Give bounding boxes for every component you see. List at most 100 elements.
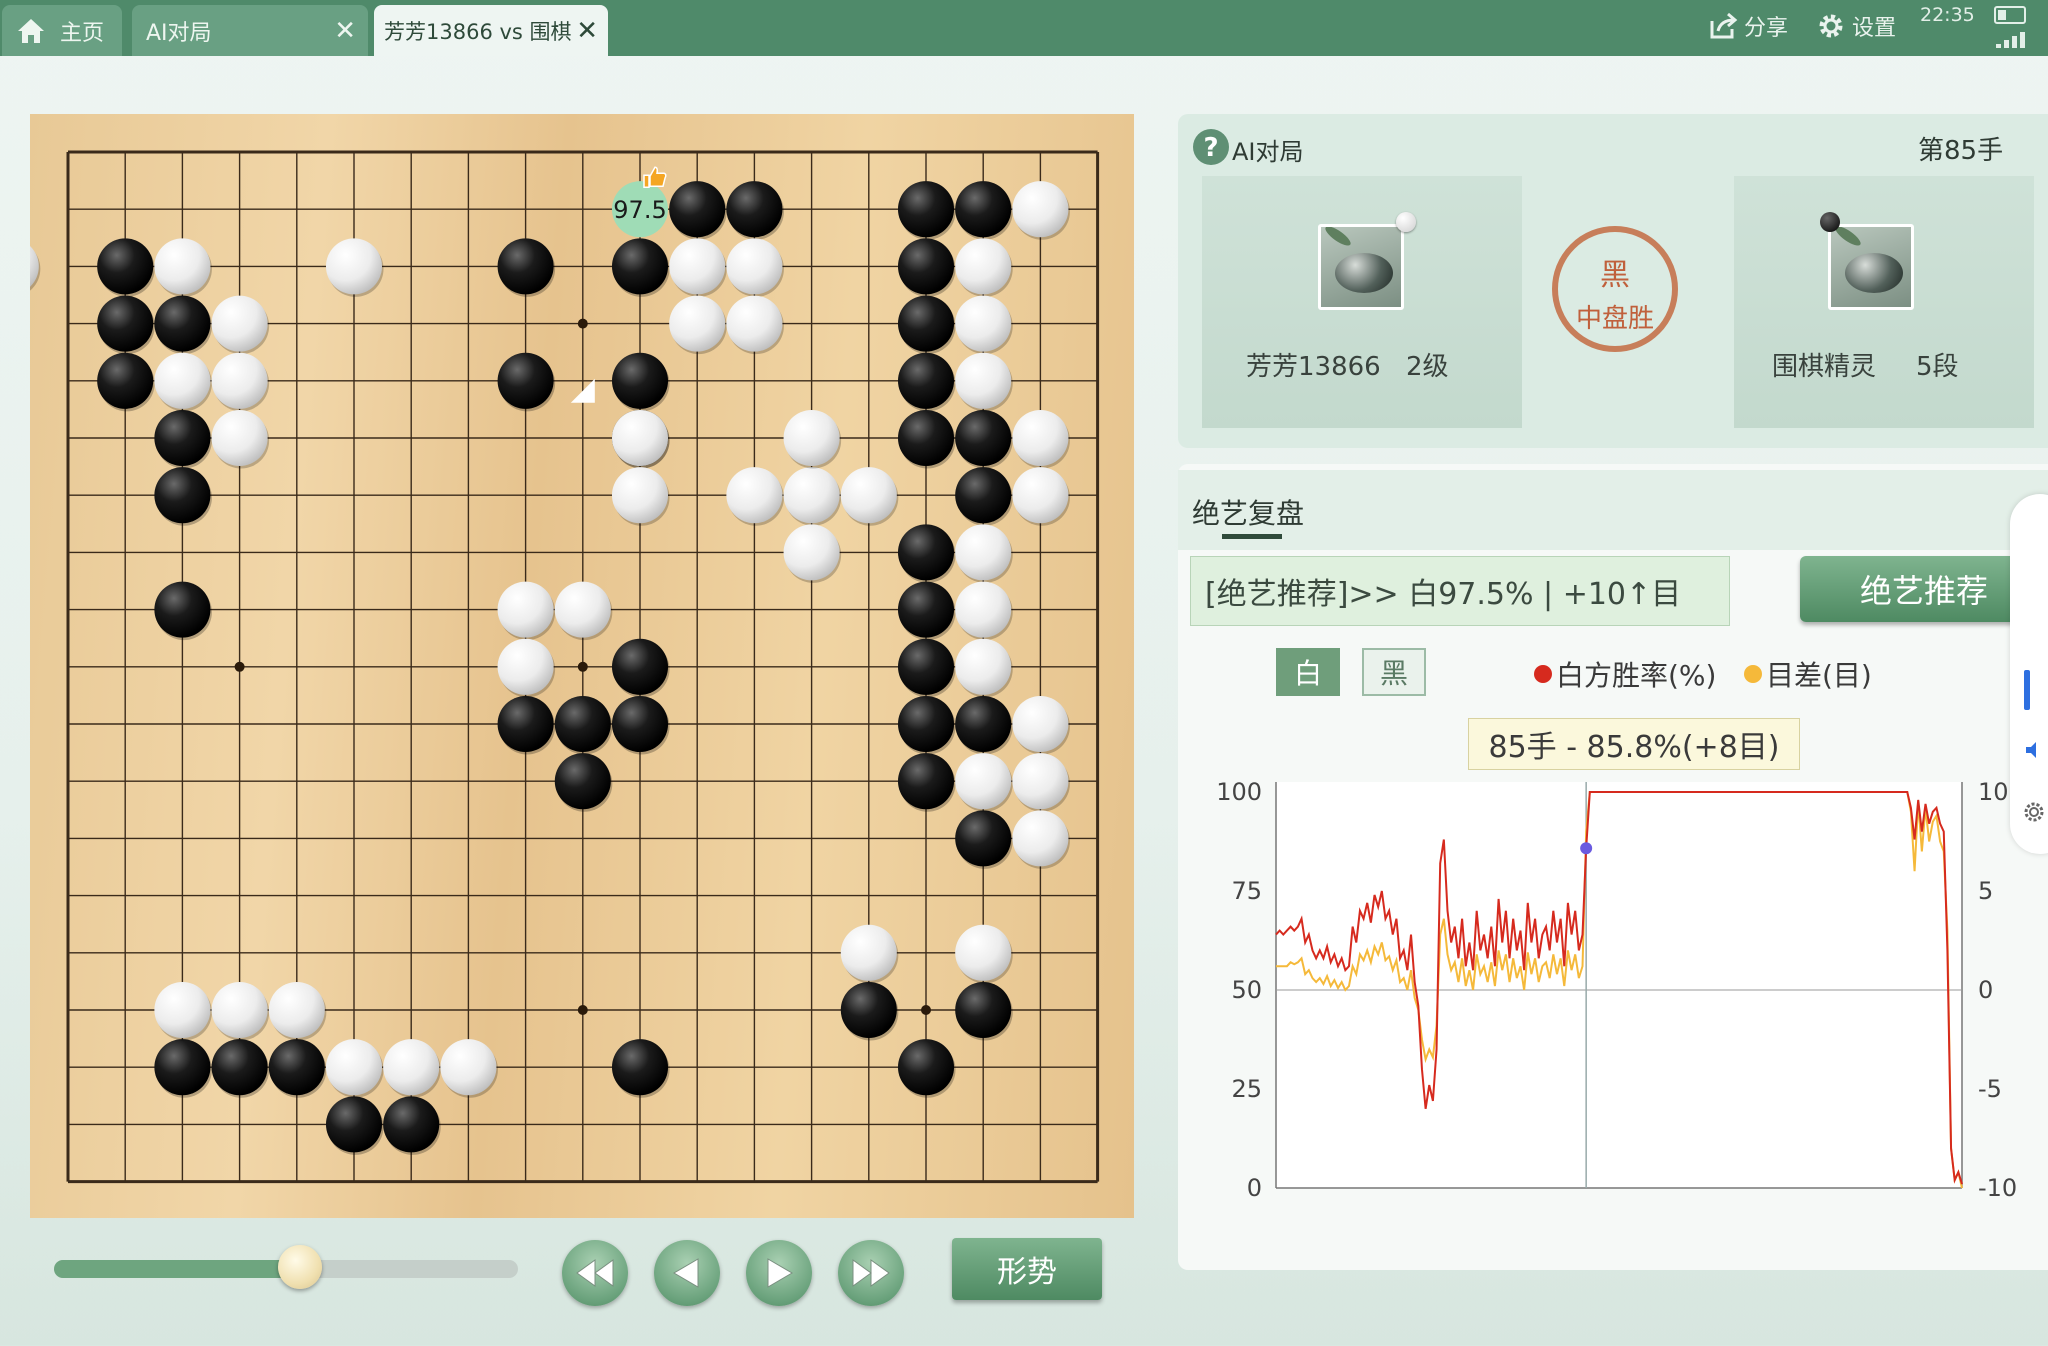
share-icon — [1710, 12, 1738, 39]
game-mode-title: AI对局 — [1232, 138, 1304, 166]
black-player-avatar[interactable] — [1828, 224, 1914, 310]
white-player-avatar[interactable] — [1318, 224, 1404, 310]
clock: 22:35 — [1920, 4, 1975, 26]
star-point — [577, 1005, 588, 1015]
white-stone — [1012, 695, 1069, 753]
board-canvas[interactable]: 97.5 — [30, 114, 1134, 1218]
white-stone — [955, 581, 1012, 638]
black-stone — [97, 352, 154, 409]
black-stone — [154, 581, 211, 638]
white-stone — [611, 409, 669, 467]
white-stone — [955, 638, 1012, 695]
recommendation-text: [绝艺推荐]>> 白97.5% | +10↑目 — [1190, 556, 1730, 626]
tab-label: AI对局 — [146, 20, 212, 46]
close-icon[interactable]: ✕ — [576, 16, 598, 46]
gear-icon — [1819, 14, 1843, 38]
black-stone — [154, 467, 211, 524]
white-player-name: 芳芳13866 — [1246, 352, 1381, 382]
white-stone — [955, 753, 1012, 810]
plot-area — [1276, 782, 1962, 1188]
black-stone — [897, 238, 955, 295]
y-right-tick: 10 — [1978, 778, 2009, 806]
black-stone — [611, 1039, 669, 1096]
white-stone — [955, 238, 1012, 295]
prev-move-button[interactable] — [654, 1240, 720, 1306]
speaker-icon[interactable] — [2024, 740, 2044, 760]
white-stone — [1012, 409, 1069, 467]
black-stone — [897, 581, 955, 638]
star-point — [921, 1005, 931, 1015]
chart-tooltip: 85手 - 85.8%(+8目) — [1468, 718, 1800, 770]
toggle-black[interactable]: 黑 — [1362, 648, 1426, 696]
last-move-button[interactable] — [838, 1240, 904, 1306]
white-stone — [955, 924, 1012, 981]
close-icon[interactable]: ✕ — [334, 16, 356, 46]
black-stone — [211, 1039, 268, 1096]
white-stone — [554, 581, 611, 638]
help-icon[interactable]: ? — [1192, 128, 1230, 166]
legend-winrate: 白方胜率(%) — [1534, 654, 1716, 694]
winrate-chart[interactable]: 10075502501050-5-10 — [1178, 760, 2048, 1230]
black-stone — [955, 695, 1012, 753]
side-toolbar[interactable] — [2010, 494, 2048, 854]
black-stone-icon — [1820, 212, 1840, 232]
tooltip-label: 85手 - 85.8%(+8目) — [1488, 730, 1780, 765]
black-stone — [611, 638, 669, 695]
white-stone — [726, 295, 783, 352]
white-stone — [211, 352, 268, 409]
black-stone — [955, 409, 1012, 467]
black-stone — [955, 467, 1012, 524]
white-stone — [154, 981, 211, 1039]
white-stone — [726, 467, 783, 524]
black-stone — [897, 295, 955, 352]
signal-icon — [1996, 32, 2025, 48]
black-stone — [554, 695, 611, 753]
white-stone — [783, 524, 840, 581]
tab-game-review[interactable]: 芳芳13866 vs 围棋 ✕ — [374, 5, 608, 56]
tab-home[interactable]: 主页 — [2, 5, 122, 56]
black-stone — [611, 238, 669, 295]
y-right-tick: -5 — [1978, 1075, 2002, 1103]
white-stone — [325, 238, 383, 295]
thumbs-up-icon — [643, 166, 667, 188]
move-number: 第85手 — [1918, 136, 2004, 166]
current-move-point[interactable] — [1580, 842, 1593, 855]
white-stone — [783, 409, 840, 467]
white-stone — [383, 1039, 440, 1096]
share-button[interactable]: 分享 — [1708, 10, 1788, 42]
black-stone — [268, 1039, 325, 1096]
star-point — [234, 661, 245, 672]
tab-ai-game[interactable]: AI对局 ✕ — [132, 5, 368, 56]
tab-label: 芳芳13866 vs 围棋 — [384, 19, 572, 44]
tab-review[interactable]: 绝艺复盘 — [1192, 492, 1304, 532]
black-stone — [897, 181, 955, 238]
move-slider[interactable] — [54, 1245, 518, 1289]
step-backward-icon — [673, 1258, 699, 1288]
legend-winrate-label: 白方胜率(%) — [1556, 659, 1717, 692]
first-move-button[interactable] — [562, 1240, 628, 1306]
y-left-tick: 25 — [1231, 1075, 1262, 1103]
white-stone — [726, 238, 783, 295]
settings-button[interactable]: 设置 — [1816, 10, 1896, 42]
next-move-button[interactable] — [746, 1240, 812, 1306]
step-forward-icon — [767, 1258, 793, 1288]
black-stone — [154, 1039, 211, 1096]
recommendation-label: [绝艺推荐]>> 白97.5% | +10↑目 — [1205, 577, 1682, 612]
go-board[interactable]: 97.5 — [30, 114, 1134, 1218]
toggle-white[interactable]: 白 — [1276, 648, 1340, 696]
toggle-white-label: 白 — [1293, 657, 1322, 690]
white-stone-icon — [1396, 212, 1416, 232]
black-stone — [97, 295, 154, 352]
situation-button[interactable]: 形势 — [952, 1238, 1102, 1300]
white-stone — [154, 352, 211, 409]
white-stone — [669, 238, 726, 295]
slider-knob[interactable] — [277, 1245, 322, 1289]
black-stone — [955, 181, 1012, 238]
gear-icon[interactable] — [2022, 800, 2046, 824]
white-stone — [669, 295, 726, 352]
white-stone — [955, 295, 1012, 352]
black-player-rank: 5段 — [1916, 352, 1959, 382]
star-point — [577, 661, 588, 672]
white-stone — [840, 924, 897, 981]
white-stone — [440, 1039, 497, 1096]
